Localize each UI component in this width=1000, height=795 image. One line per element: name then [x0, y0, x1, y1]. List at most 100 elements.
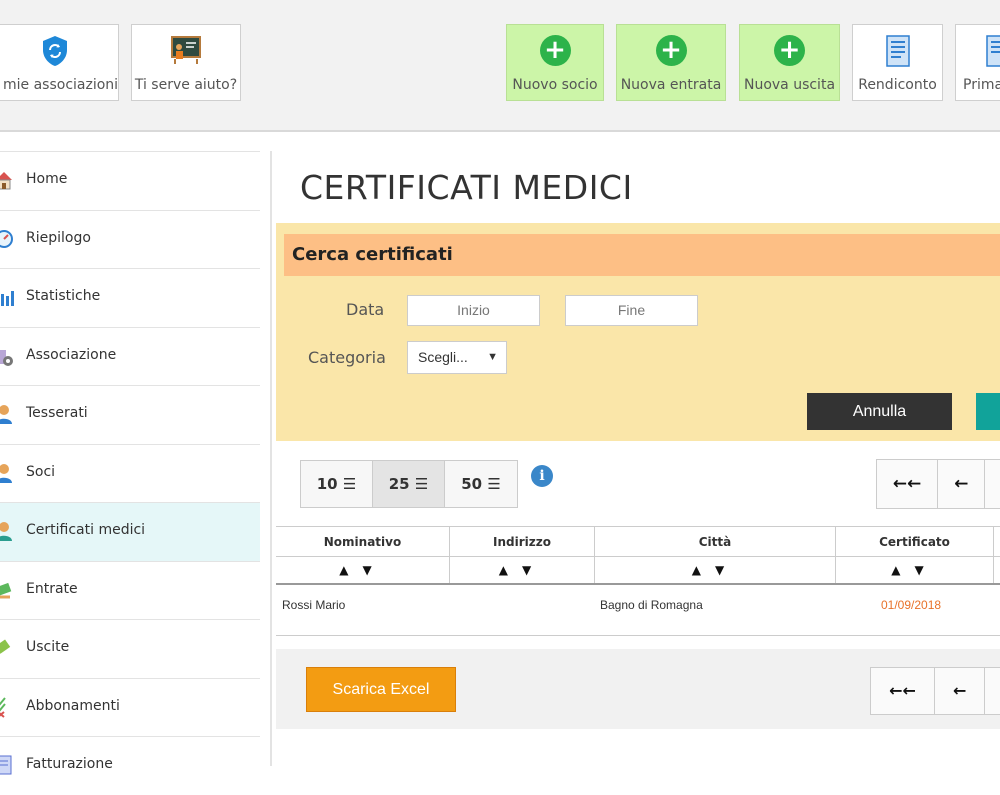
my-associations-label: mie associazioni: [3, 77, 119, 93]
sidebar-item-statistiche[interactable]: Statistiche: [0, 268, 260, 327]
cell-nominativo: Rossi Mario: [282, 598, 346, 612]
date-label: Data: [346, 300, 385, 319]
new-member-label: Nuovo socio: [512, 77, 598, 93]
sidebar-item-label: Abbonamenti: [26, 697, 120, 714]
sidebar-item-certificati-medici[interactable]: Certificati medici: [0, 502, 260, 561]
top-toolbar: mie associazioni Ti serve aiuto? + Nuovo…: [0, 0, 1000, 132]
house-icon: [0, 172, 12, 190]
table-sort-row: ▲▼ ▲▼ ▲▼ ▲▼: [276, 557, 1000, 585]
checklist-icon: [0, 696, 6, 718]
first-page-button[interactable]: ←←: [871, 668, 936, 714]
sort-certificato: ▲▼: [836, 557, 994, 583]
sidebar-item-label: Riepilogo: [26, 229, 91, 246]
sidebar-item-label: Tesserati: [26, 405, 88, 421]
building-gear-icon: [0, 349, 13, 366]
page-size-25-button[interactable]: 25 ☰: [373, 461, 445, 507]
dashboard-icon: [0, 229, 13, 248]
info-icon[interactable]: i: [531, 465, 553, 487]
sort-asc-icon[interactable]: ▲: [891, 563, 914, 577]
sidebar-item-label: Home: [26, 171, 68, 187]
sidebar-item-abbonamenti[interactable]: Abbonamenti: [0, 677, 260, 737]
category-select-value: Scegli...: [418, 349, 468, 365]
plus-circle-icon: +: [655, 35, 687, 66]
new-income-button[interactable]: + Nuova entrata: [616, 24, 726, 101]
download-excel-button[interactable]: Scarica Excel: [306, 667, 456, 712]
new-member-button[interactable]: + Nuovo socio: [506, 24, 604, 101]
sidebar-item-soci[interactable]: Soci: [0, 443, 260, 503]
sidebar-item-tesserati[interactable]: Tesserati: [0, 385, 260, 444]
prima-nota-button[interactable]: Prima: [955, 24, 1000, 101]
sidebar-divider: [270, 151, 272, 766]
list-icon: ☰: [414, 475, 429, 493]
sidebar-item-associazione[interactable]: Associazione: [0, 326, 260, 386]
money-out-icon: [0, 639, 11, 654]
plus-circle-icon: +: [774, 35, 805, 66]
plus-circle-icon: +: [539, 35, 571, 66]
sidebar-item-label: Entrate: [26, 580, 78, 597]
money-in-icon: [0, 582, 12, 598]
sort-asc-icon[interactable]: ▲: [499, 563, 522, 577]
sort-citta: ▲▼: [595, 557, 836, 583]
help-button[interactable]: Ti serve aiuto?: [131, 24, 241, 101]
table-header-row: Nominativo Indirizzo Città Certificato: [276, 527, 1000, 557]
pager-bottom: ←← ←: [870, 667, 1000, 715]
user-icon: [0, 522, 12, 541]
sidebar-item-fatturazione[interactable]: Fatturazione: [0, 736, 260, 795]
user-icon: [0, 463, 12, 483]
invoice-icon: [0, 755, 12, 775]
sort-desc-icon[interactable]: ▼: [363, 563, 386, 577]
chart-icon: [1, 291, 14, 306]
cell-certificato: 01/09/2018: [881, 598, 942, 612]
next-page-button[interactable]: [985, 668, 1000, 714]
category-select[interactable]: Scegli... ▼: [407, 341, 507, 374]
sidebar-item-label: Associazione: [26, 346, 117, 363]
table-row[interactable]: Rossi Mario Bagno di Romagna 01/09/2018: [276, 586, 1000, 636]
sidebar-item-label: Statistiche: [26, 288, 101, 304]
blackboard-teacher-icon: [171, 36, 201, 64]
new-expense-button[interactable]: + Nuova uscita: [739, 24, 840, 101]
sidebar-item-home[interactable]: Home: [0, 151, 260, 210]
certificates-table: Nominativo Indirizzo Città Certificato ▲…: [276, 526, 1000, 585]
sort-nominativo: ▲▼: [276, 557, 450, 583]
chevron-down-icon: ▼: [487, 351, 498, 363]
category-label: Categoria: [308, 348, 386, 367]
new-income-label: Nuova entrata: [620, 77, 722, 93]
prev-page-button[interactable]: ←: [938, 460, 986, 508]
search-button[interactable]: [976, 393, 1000, 430]
next-page-button[interactable]: [985, 460, 1000, 508]
sidebar-item-riepilogo[interactable]: Riepilogo: [0, 209, 260, 269]
sidebar-item-entrate[interactable]: Entrate: [0, 560, 260, 620]
start-date-input[interactable]: Inizio: [407, 295, 540, 326]
sidebar-item-label: Certificati medici: [26, 522, 146, 538]
page-size-50-button[interactable]: 50 ☰: [445, 461, 517, 507]
sort-desc-icon[interactable]: ▼: [715, 563, 738, 577]
end-date-input[interactable]: Fine: [565, 295, 698, 326]
page-title: CERTIFICATI MEDICI: [300, 168, 633, 207]
sidebar-item-label: Fatturazione: [26, 756, 113, 772]
pager-top: ←← ←: [876, 459, 1000, 509]
col-citta-header[interactable]: Città: [595, 527, 836, 556]
cancel-button[interactable]: Annulla: [807, 393, 952, 430]
sort-desc-icon[interactable]: ▼: [915, 563, 938, 577]
page-size-group: 10 ☰ 25 ☰ 50 ☰: [300, 460, 518, 508]
cell-citta: Bagno di Romagna: [600, 598, 703, 612]
help-label: Ti serve aiuto?: [134, 77, 238, 93]
sort-asc-icon[interactable]: ▲: [692, 563, 715, 577]
sidebar-item-label: Soci: [26, 463, 56, 480]
sort-desc-icon[interactable]: ▼: [522, 563, 545, 577]
my-associations-button[interactable]: mie associazioni: [0, 24, 119, 101]
prev-page-button[interactable]: ←: [935, 668, 986, 714]
sort-asc-icon[interactable]: ▲: [339, 563, 362, 577]
sidebar: Home Riepilogo Statistiche Associazione …: [0, 151, 260, 795]
col-nominativo-header[interactable]: Nominativo: [276, 527, 450, 556]
new-expense-label: Nuova uscita: [743, 77, 836, 93]
col-certificato-header[interactable]: Certificato: [836, 527, 994, 556]
sidebar-item-uscite[interactable]: Uscite: [0, 619, 260, 678]
sort-indirizzo: ▲▼: [450, 557, 595, 583]
col-indirizzo-header[interactable]: Indirizzo: [450, 527, 595, 556]
page-size-10-button[interactable]: 10 ☰: [301, 461, 373, 507]
list-icon: ☰: [487, 475, 501, 493]
prima-label: Prima: [963, 77, 1000, 93]
first-page-button[interactable]: ←←: [877, 460, 939, 508]
report-button[interactable]: Rendiconto: [852, 24, 943, 101]
